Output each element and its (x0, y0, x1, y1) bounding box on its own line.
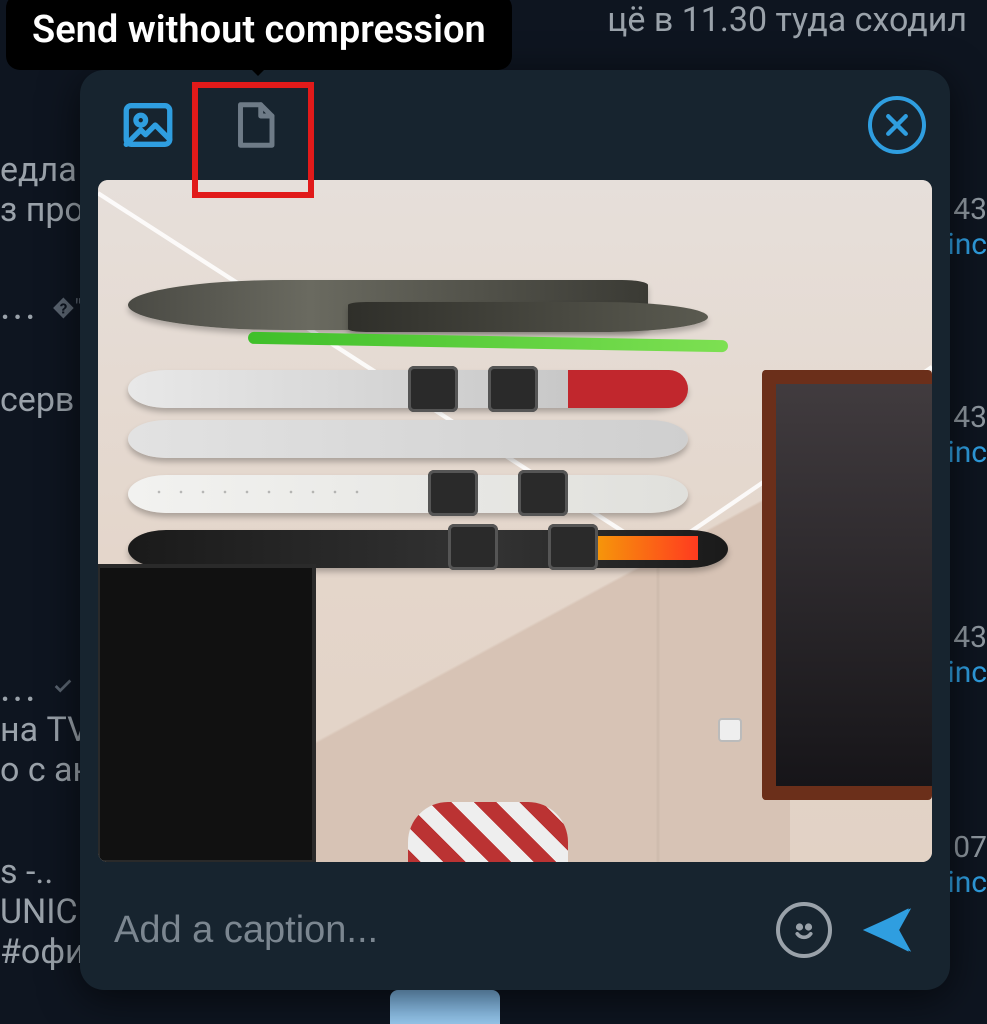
bg-text-fragment: з про (0, 190, 84, 230)
tooltip-text: Send without compression (32, 8, 486, 52)
emoji-button[interactable] (776, 902, 832, 958)
bg-text-fragment: на TV (0, 710, 89, 750)
attachment-preview[interactable] (98, 180, 932, 862)
bg-timestamp: 07 (953, 830, 987, 865)
bg-text-fragment: серв (0, 380, 74, 420)
send-icon (858, 901, 916, 959)
preview-image (98, 180, 932, 862)
send-as-file-button[interactable] (210, 81, 298, 169)
bg-text-fragment: s -.. (0, 852, 53, 892)
bg-text-fragment: #офи (0, 932, 85, 972)
bg-ellipsis: ... (0, 664, 38, 711)
bg-link-fragment: inc (947, 435, 987, 470)
bg-thumbnail (390, 990, 500, 1024)
bg-text-fragment: о с ан (0, 750, 92, 790)
caption-input[interactable] (114, 909, 756, 952)
emoji-icon (786, 912, 822, 948)
bg-text-fragment: UNIC (0, 892, 78, 932)
send-button[interactable] (852, 895, 922, 965)
bg-text-fragment: едла (0, 150, 77, 190)
bg-timestamp: 43 (953, 620, 987, 655)
bg-timestamp: 43 (953, 400, 987, 435)
sent-check-icon (52, 675, 74, 697)
bg-link-fragment: inc (947, 227, 987, 262)
tooltip-send-without-compression: Send without compression (6, 0, 512, 70)
bg-link-fragment: inc (947, 655, 987, 690)
close-icon (882, 110, 912, 140)
bg-link-fragment: inc (947, 865, 987, 900)
modal-footer (80, 870, 950, 990)
send-as-photo-button[interactable] (104, 81, 192, 169)
file-icon (227, 96, 281, 154)
modal-header (80, 70, 950, 180)
attachment-modal (80, 70, 950, 990)
bg-timestamp: 43 (953, 192, 987, 227)
bg-ellipsis: ... (0, 282, 38, 329)
close-button[interactable] (868, 96, 926, 154)
photo-icon (119, 96, 177, 154)
